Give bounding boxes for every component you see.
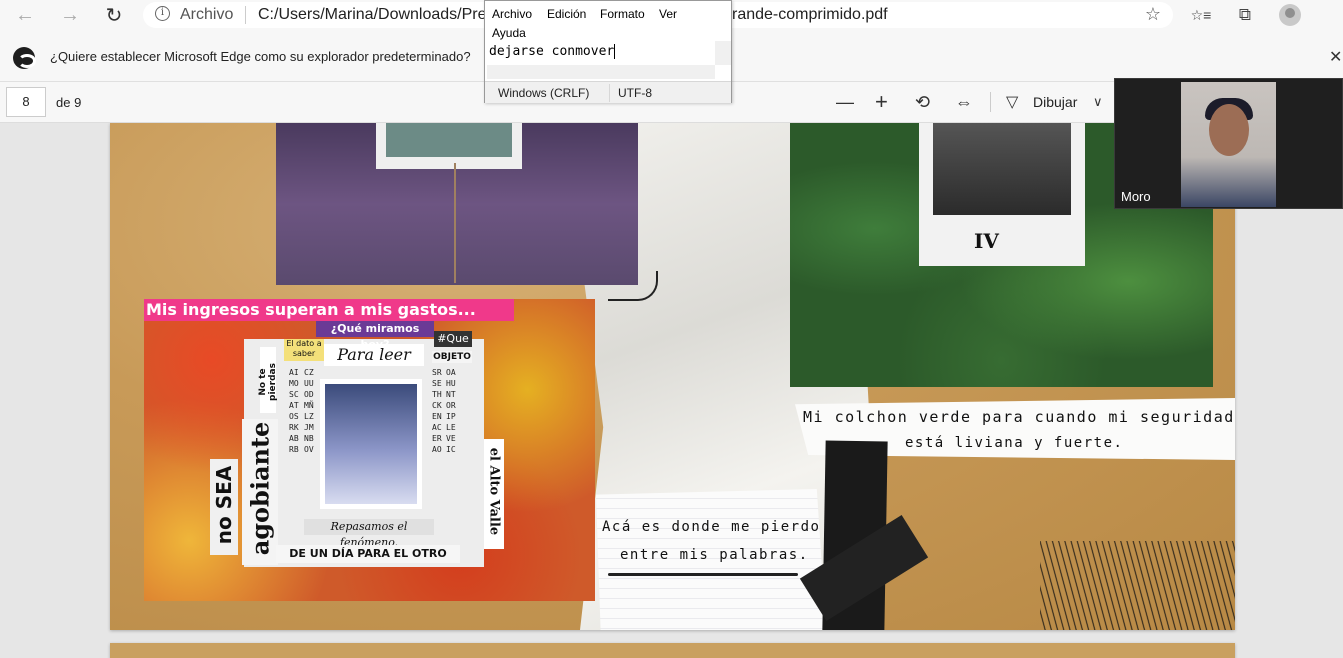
draw-button-label[interactable]: Dibujar — [1033, 94, 1077, 110]
video-call-tile[interactable]: Moro — [1114, 78, 1343, 209]
address-separator — [245, 6, 246, 24]
note-left-line2: entre mis palabras. — [620, 547, 809, 563]
address-url-right: rande-comprimido.pdf — [732, 6, 888, 23]
menu-formato[interactable]: Formato — [600, 7, 645, 21]
refresh-button[interactable]: ↻ — [99, 0, 129, 30]
note-right-line1: Mi colchon verde para cuando mi segurida… — [803, 408, 1235, 426]
pdf-page-next — [110, 643, 1235, 658]
note-right-line2: está liviana y fuerte. — [905, 435, 1124, 451]
collage-banner-text: Mis ingresos superan a mis gastos... — [144, 299, 514, 321]
wordsearch-column: AIMOSCATOSRKABRB — [289, 368, 299, 454]
paper-note-left: Acá es donde me pierdo entre mis palabra… — [596, 489, 826, 630]
menu-ver[interactable]: Ver — [659, 7, 677, 21]
default-browser-message: ¿Quiere establecer Microsoft Edge como s… — [50, 49, 471, 64]
portrait-photo — [320, 379, 422, 509]
clip-alto-valle-text: el Alto Valle — [486, 447, 502, 536]
clip-repasamos: Repasamos el fenómeno. — [304, 519, 434, 549]
text-caret — [614, 44, 616, 59]
zoom-in-icon[interactable]: + — [875, 89, 888, 114]
clip-para-leer: Para leer — [324, 344, 424, 366]
back-arrow-icon: ← — [15, 3, 35, 26]
draw-pen-icon[interactable]: ▽ — [1006, 90, 1018, 114]
clip-alto-valle: el Alto Valle — [484, 439, 504, 549]
address-scheme-label: Archivo — [180, 6, 234, 23]
ink-scribble — [1040, 541, 1235, 630]
chevron-down-icon[interactable]: ∨ — [1093, 90, 1103, 114]
page-number-input[interactable]: 8 — [6, 87, 46, 117]
status-encoding: UTF-8 — [618, 86, 652, 100]
notepad-statusbar: Windows (CRLF) UTF-8 — [485, 81, 731, 103]
clip-de-un-dia: DE UN DÍA PARA EL OTRO — [276, 545, 460, 563]
ink-stroke — [608, 271, 658, 301]
menu-archivo[interactable]: Archivo — [492, 7, 532, 21]
vertical-scrollbar[interactable] — [715, 41, 731, 65]
close-icon[interactable]: ✕ — [1329, 47, 1342, 67]
clip-no-sea-text: no SEA — [212, 465, 236, 545]
clip-agobiante: agobiante — [242, 419, 278, 565]
menu-edicion[interactable]: Edición — [547, 7, 586, 21]
favorite-star-icon[interactable]: ☆ — [1145, 4, 1161, 25]
polaroid-photo: IV — [919, 123, 1085, 266]
participant-face — [1209, 104, 1249, 156]
rotate-icon[interactable]: ⟲ — [915, 90, 930, 114]
wordsearch-column: CZUUODMÑLZJMNBOV — [304, 368, 314, 454]
forward-arrow-icon: → — [60, 3, 80, 26]
info-icon[interactable]: i — [155, 6, 170, 21]
fit-page-icon[interactable]: ⇔ — [955, 90, 973, 114]
wordsearch-column: SRSETHCKENACERAO — [432, 368, 442, 454]
favorites-icon[interactable]: ☆≡ — [1190, 4, 1212, 26]
photo-frame — [376, 123, 522, 169]
notepad-menubar: Archivo Edición Formato Ver Ayuda — [485, 1, 731, 41]
zoom-out-icon[interactable]: — — [836, 90, 854, 114]
participant-name: Moro — [1121, 189, 1151, 204]
refresh-icon: ↻ — [105, 4, 123, 27]
clip-hashtag: #Que — [434, 331, 472, 347]
page-total-label: de 9 — [56, 95, 82, 110]
clip-objeto: OBJETO — [432, 351, 472, 363]
toolbar-divider — [990, 92, 991, 112]
forward-button[interactable]: → — [55, 0, 85, 30]
address-url-left: C:/Users/Marina/Downloads/Pre — [258, 6, 487, 23]
clip-que-miramos: ¿Qué miramos hoy? — [316, 321, 434, 351]
clip-no-sea: no SEA — [210, 459, 238, 555]
status-line-ending: Windows (CRLF) — [498, 86, 590, 100]
newspaper-collage: Mis ingresos superan a mis gastos... ¿Qu… — [144, 299, 595, 601]
fern-photo — [276, 123, 638, 285]
horizontal-scrollbar[interactable] — [487, 65, 715, 79]
status-divider — [609, 84, 610, 102]
clip-no-te-pierdas: No te pierdas — [258, 347, 278, 413]
polaroid-label: IV — [974, 229, 999, 253]
notepad-window[interactable]: Archivo Edición Formato Ver Ayuda dejars… — [484, 0, 732, 103]
collections-icon[interactable]: ⧉ — [1234, 4, 1256, 26]
notepad-text-area[interactable]: dejarse conmover — [487, 41, 715, 65]
clip-no-te-pierdas-text: No te pierdas — [258, 363, 278, 401]
clip-agobiante-text: agobiante — [245, 421, 275, 556]
clip-dato: El dato a saber — [284, 339, 324, 361]
pdf-page: Mis ingresos superan a mis gastos... ¿Qu… — [110, 123, 1235, 630]
fern-stem — [454, 163, 456, 283]
profile-avatar[interactable] — [1279, 4, 1301, 26]
edge-logo-icon — [13, 47, 36, 69]
participant-video — [1181, 82, 1276, 207]
notepad-text: dejarse conmover — [489, 44, 615, 59]
polaroid-image — [933, 123, 1071, 215]
wordsearch-column: OAHUNTORIPLEVEIC — [446, 368, 456, 454]
note-left-line1: Acá es donde me pierdo — [602, 519, 821, 535]
back-button[interactable]: ← — [10, 0, 40, 30]
menu-ayuda[interactable]: Ayuda — [492, 26, 526, 40]
underline-stroke — [608, 573, 798, 576]
